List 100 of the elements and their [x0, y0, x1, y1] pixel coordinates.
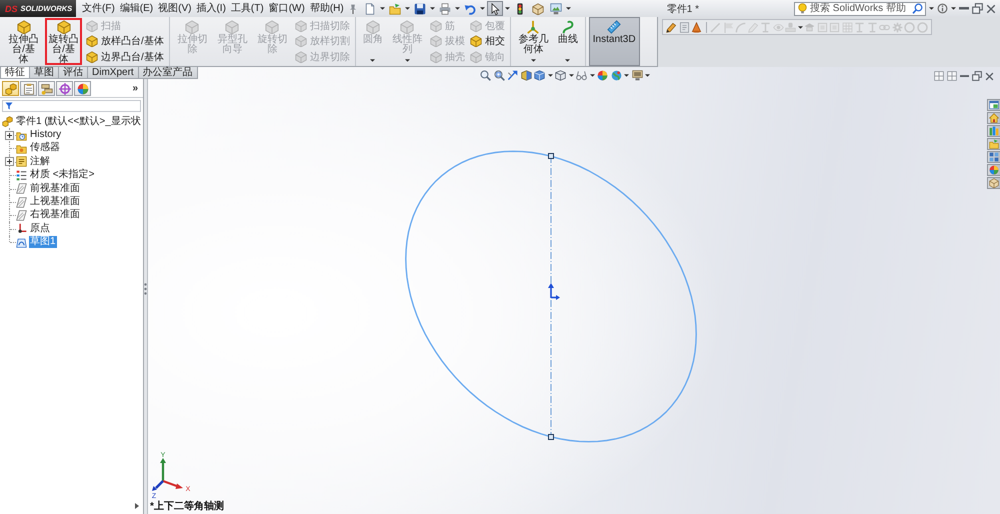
tree-item[interactable]: 前视基准面 — [29, 182, 81, 195]
menu-item[interactable]: 插入(I) — [194, 1, 228, 16]
sketch-point[interactable] — [548, 153, 554, 159]
section-cube-icon[interactable] — [520, 70, 532, 81]
caret-icon[interactable] — [480, 7, 485, 10]
tree-item[interactable]: 传感器 — [29, 142, 61, 154]
block-icon[interactable] — [16, 20, 30, 34]
minimize-icon[interactable] — [960, 74, 969, 78]
menu-item[interactable]: 文件(F) — [80, 1, 117, 16]
ribbon-tab[interactable]: 特征 — [0, 67, 30, 79]
globe-icon[interactable] — [610, 70, 622, 81]
cube-icon[interactable] — [534, 70, 545, 81]
ruler-icon[interactable] — [607, 20, 622, 34]
tree-item[interactable]: 注解 — [29, 156, 51, 168]
scroll-right-icon[interactable] — [135, 503, 139, 509]
caret-icon[interactable] — [568, 74, 574, 77]
tile-icon[interactable] — [934, 71, 944, 81]
view-label: *上下二等角轴测 — [150, 500, 224, 513]
ribbon-button[interactable]: Instant3D — [588, 17, 640, 66]
caret-icon[interactable] — [454, 7, 460, 10]
curve-icon[interactable] — [560, 20, 575, 34]
search-field[interactable]: 搜索 SolidWorks 帮助 — [794, 2, 926, 16]
caret-icon[interactable] — [590, 74, 594, 77]
filter-field[interactable] — [2, 100, 141, 112]
ribbon-tab[interactable]: DimXpert — [87, 67, 139, 79]
more-tabs-button[interactable]: » — [129, 83, 141, 94]
ribbon-button[interactable]: 旋转凸台/基体 — [44, 17, 83, 66]
folder-clock-icon — [16, 130, 27, 141]
caret-icon[interactable] — [404, 7, 410, 10]
caret-icon[interactable] — [380, 7, 385, 10]
grip-icon[interactable] — [144, 283, 147, 295]
restore-icon[interactable] — [972, 71, 982, 81]
restore-icon[interactable] — [972, 3, 983, 14]
menu-item[interactable]: 窗口(W) — [266, 1, 307, 16]
close-icon[interactable] — [986, 4, 996, 14]
close-icon[interactable] — [985, 72, 994, 80]
arrow-icon[interactable] — [507, 70, 518, 81]
caret-icon[interactable] — [951, 7, 956, 10]
block-icon[interactable] — [86, 35, 98, 48]
block-icon[interactable] — [86, 51, 98, 64]
cone-icon[interactable] — [691, 22, 702, 32]
search-icon[interactable] — [912, 3, 923, 14]
menu-item[interactable]: 工具(T) — [228, 1, 266, 16]
plane-icon — [16, 183, 27, 194]
tree-item[interactable]: 零件1 (默认<<默认>_显示状 — [15, 116, 142, 128]
document-title: 零件1 * — [666, 2, 699, 16]
sketch-icon — [16, 236, 27, 248]
y-axis-arrow — [160, 458, 166, 481]
caret-icon[interactable] — [929, 7, 934, 10]
caret-icon[interactable] — [798, 26, 802, 28]
sketch-point[interactable] — [548, 434, 554, 440]
ribbon-button[interactable]: 放样凸台/基体 — [84, 34, 166, 49]
z-axis-arrow — [152, 480, 164, 491]
color-ball-icon[interactable] — [597, 70, 608, 81]
ribbon-button[interactable]: 曲线 — [554, 17, 582, 66]
caret-icon[interactable] — [565, 59, 570, 62]
magnifier-icon[interactable] — [480, 70, 491, 81]
ribbon-tab[interactable]: 办公室产品 — [138, 67, 198, 79]
logo-mark: DS — [5, 4, 18, 14]
expand-icon[interactable] — [5, 157, 14, 166]
cube-icon[interactable] — [555, 70, 566, 81]
ribbon-button[interactable]: 拉伸凸台/基体 — [4, 17, 43, 66]
ribbon-button[interactable]: 相交 — [468, 34, 507, 49]
axes-icon[interactable] — [526, 20, 540, 34]
origin-icon — [16, 223, 27, 234]
block-icon[interactable] — [56, 20, 70, 34]
tree-item[interactable]: 上视基准面 — [29, 196, 81, 208]
menu-item[interactable]: 帮助(H) — [308, 1, 346, 16]
x-axis-arrow — [162, 480, 183, 489]
caret-icon[interactable] — [645, 74, 650, 77]
expand-icon[interactable] — [5, 130, 14, 140]
caret-icon[interactable] — [504, 7, 510, 10]
plane-icon — [16, 196, 27, 208]
plane-icon — [16, 210, 27, 221]
caret-icon[interactable] — [530, 59, 536, 62]
pencil-icon[interactable] — [666, 22, 677, 32]
filter-icon[interactable] — [5, 102, 13, 110]
tree-item[interactable]: 右视基准面 — [29, 209, 81, 222]
ribbon-button[interactable]: 参考几何体 — [514, 17, 553, 66]
menu-item[interactable]: 视图(V) — [156, 1, 194, 16]
menu-item[interactable]: 编辑(E) — [118, 1, 156, 16]
minimize-icon[interactable] — [959, 7, 969, 10]
monitor-icon[interactable] — [632, 70, 642, 81]
tree-item[interactable]: History — [29, 129, 62, 142]
tree-item[interactable]: 材质 <未指定> — [29, 169, 96, 182]
pin-icon[interactable] — [348, 4, 358, 14]
caret-icon[interactable] — [566, 7, 571, 10]
tile-icon[interactable] — [947, 71, 957, 81]
ribbon-tab[interactable]: 草图 — [29, 67, 59, 79]
caret-icon[interactable] — [430, 7, 435, 10]
ribbon-tab[interactable]: 评估 — [58, 67, 88, 79]
caret-icon[interactable] — [548, 74, 552, 77]
block-icon[interactable] — [470, 35, 482, 48]
ribbon-button[interactable]: 边界凸台/基体 — [84, 50, 166, 65]
info-icon[interactable] — [937, 3, 948, 14]
caret-icon[interactable] — [624, 74, 629, 77]
lightbulb-icon[interactable] — [797, 3, 808, 14]
note-icon — [16, 156, 27, 168]
tree-item[interactable]: 原点 — [29, 222, 51, 235]
magnifier-icon[interactable] — [494, 70, 504, 81]
